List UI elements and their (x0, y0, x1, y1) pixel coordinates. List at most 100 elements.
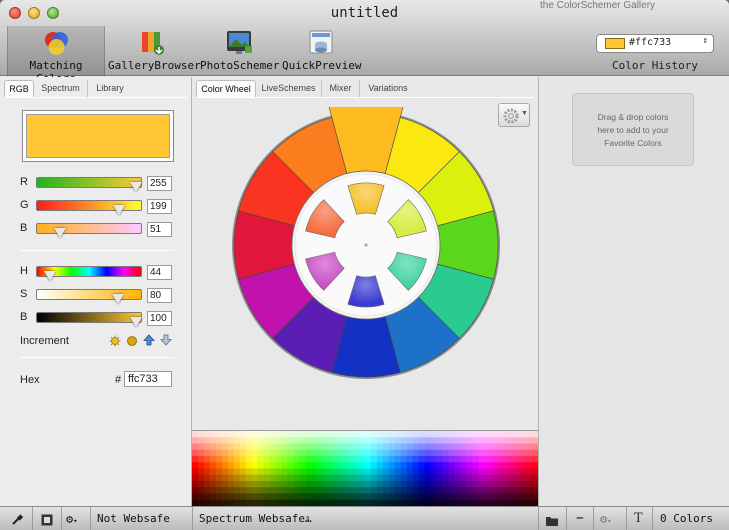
spectrum-cell[interactable] (305, 474, 312, 482)
spectrum-cell[interactable] (418, 449, 426, 457)
spectrum-cell[interactable] (382, 474, 390, 482)
spectrum-cell[interactable] (472, 493, 479, 501)
spectrum-cell[interactable] (323, 481, 330, 488)
spectrum-cell[interactable] (406, 437, 414, 444)
spectrum-cell[interactable] (221, 443, 229, 451)
spectrum-cell[interactable] (478, 455, 485, 463)
spectrum-cell[interactable] (245, 443, 253, 451)
spectrum-cell[interactable] (436, 431, 443, 438)
spectrum-cell[interactable] (394, 431, 402, 438)
spectrum-cell[interactable] (197, 493, 205, 501)
spectrum-cell[interactable] (484, 449, 491, 457)
spectrum-cell[interactable] (221, 455, 229, 463)
spectrum-cell[interactable] (257, 481, 264, 488)
spectrum-cell[interactable] (436, 449, 443, 457)
spectrum-cell[interactable] (442, 474, 449, 482)
spectrum-cell[interactable] (275, 487, 282, 494)
spectrum-cell[interactable] (370, 443, 378, 451)
spectrum-cell[interactable] (192, 455, 199, 463)
spectrum-cell[interactable] (359, 468, 366, 476)
spectrum-cell[interactable] (275, 449, 282, 457)
spectrum-cell[interactable] (299, 468, 306, 476)
tab-rgb[interactable]: RGB (4, 80, 34, 97)
spectrum-cell[interactable] (257, 431, 264, 438)
spectrum-cell[interactable] (466, 474, 473, 482)
spectrum-cell[interactable] (221, 449, 229, 457)
spectrum-cell[interactable] (323, 468, 330, 476)
spectrum-cell[interactable] (192, 437, 199, 444)
green-slider[interactable] (36, 200, 142, 215)
spectrum-cell[interactable] (436, 493, 443, 501)
spectrum-cell[interactable] (269, 443, 276, 451)
spectrum-cell[interactable] (508, 437, 515, 444)
spectrum-cell[interactable] (418, 487, 426, 494)
spectrum-cell[interactable] (281, 455, 288, 463)
spectrum-cell[interactable] (388, 462, 396, 469)
spectrum-cell[interactable] (418, 443, 426, 451)
spectrum-cell[interactable] (412, 474, 420, 482)
spectrum-cell[interactable] (197, 443, 205, 451)
spectrum-cell[interactable] (406, 474, 414, 482)
spectrum-cell[interactable] (424, 493, 432, 501)
spectrum-cell[interactable] (502, 455, 509, 463)
spectrum-cell[interactable] (275, 481, 282, 488)
spectrum-cell[interactable] (382, 493, 390, 501)
spectrum-cell[interactable] (448, 487, 455, 494)
spectrum-cell[interactable] (323, 455, 330, 463)
spectrum-cell[interactable] (287, 462, 294, 469)
spectrum-cell[interactable] (460, 437, 467, 444)
spectrum-cell[interactable] (376, 431, 384, 438)
tab-mixer[interactable]: Mixer (322, 80, 360, 97)
spectrum-cell[interactable] (526, 443, 533, 451)
spectrum-cell[interactable] (514, 443, 521, 451)
spectrum-cell[interactable] (514, 462, 521, 469)
spectrum-cell[interactable] (353, 443, 360, 451)
spectrum-cell[interactable] (454, 462, 461, 469)
spectrum-cell[interactable] (335, 481, 342, 488)
spectrum-cell[interactable] (329, 443, 336, 451)
spectrum-cell[interactable] (263, 449, 270, 457)
spectrum-cell[interactable] (239, 493, 247, 501)
spectrum-cell[interactable] (400, 431, 408, 438)
spectrum-cell[interactable] (192, 449, 199, 457)
spectrum-cell[interactable] (412, 431, 420, 438)
spectrum-cell[interactable] (335, 449, 342, 457)
spectrum-cell[interactable] (341, 431, 348, 438)
spectrum-cell[interactable] (496, 493, 503, 501)
spectrum-cell[interactable] (442, 443, 449, 451)
tab-liveschemes[interactable]: LiveSchemes (256, 80, 322, 97)
spectrum-cell[interactable] (233, 487, 241, 494)
spectrum-cell[interactable] (365, 462, 372, 469)
brightness-value-field[interactable]: 100 (147, 311, 172, 326)
spectrum-cell[interactable] (347, 481, 354, 488)
spectrum-cell[interactable] (329, 493, 336, 501)
spectrum-cell[interactable] (209, 468, 217, 476)
spectrum-cell[interactable] (430, 462, 437, 469)
spectrum-cell[interactable] (281, 437, 288, 444)
spectrum-cell[interactable] (430, 481, 437, 488)
spectrum-cell[interactable] (514, 468, 521, 476)
spectrum-cell[interactable] (329, 481, 336, 488)
spectrum-cell[interactable] (299, 487, 306, 494)
spectrum-cell[interactable] (353, 455, 360, 463)
spectrum-cell[interactable] (370, 468, 378, 476)
spectrum-cell[interactable] (353, 449, 360, 457)
spectrum-cell[interactable] (311, 474, 318, 482)
spectrum-cell[interactable] (323, 462, 330, 469)
spectrum-cell[interactable] (227, 462, 235, 469)
spectrum-cell[interactable] (394, 481, 402, 488)
spectrum-cell[interactable] (520, 493, 527, 501)
spectrum-cell[interactable] (317, 431, 324, 438)
spectrum-cell[interactable] (388, 474, 396, 482)
spectrum-cell[interactable] (347, 431, 354, 438)
spectrum-cell[interactable] (478, 437, 485, 444)
spectrum-cell[interactable] (323, 431, 330, 438)
hue-slider-thumb[interactable] (44, 271, 56, 281)
spectrum-cell[interactable] (311, 443, 318, 451)
folder-icon[interactable] (545, 512, 559, 530)
spectrum-cell[interactable] (227, 481, 235, 488)
spectrum-cell[interactable] (520, 487, 527, 494)
spectrum-cell[interactable] (263, 437, 270, 444)
spectrum-cell[interactable] (442, 493, 449, 501)
spectrum-cell[interactable] (370, 487, 378, 494)
